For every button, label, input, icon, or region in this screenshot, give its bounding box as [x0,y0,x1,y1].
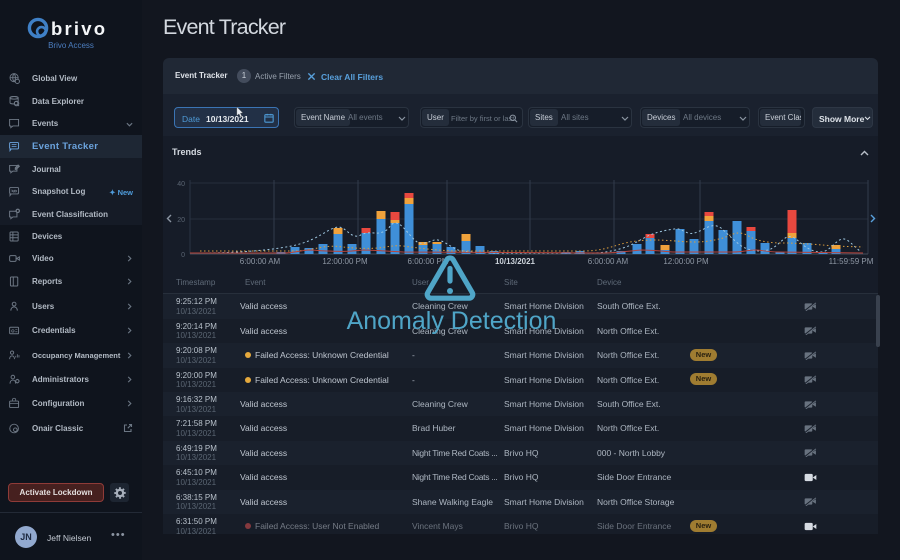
svg-text:6:00:00 AM: 6:00:00 AM [588,257,629,266]
svg-text:10/13/2021: 10/13/2021 [495,257,536,266]
svg-text:40: 40 [177,181,185,188]
svg-text:12:00:00 PM: 12:00:00 PM [322,257,368,266]
svg-text:6:00:00 AM: 6:00:00 AM [240,257,281,266]
svg-text:20: 20 [177,217,185,224]
svg-text:0: 0 [181,252,185,259]
svg-text:11:59:59 PM: 11:59:59 PM [829,257,874,266]
svg-text:6:00:00 PM: 6:00:00 PM [408,257,449,266]
svg-text:12:00:00 PM: 12:00:00 PM [663,257,709,266]
